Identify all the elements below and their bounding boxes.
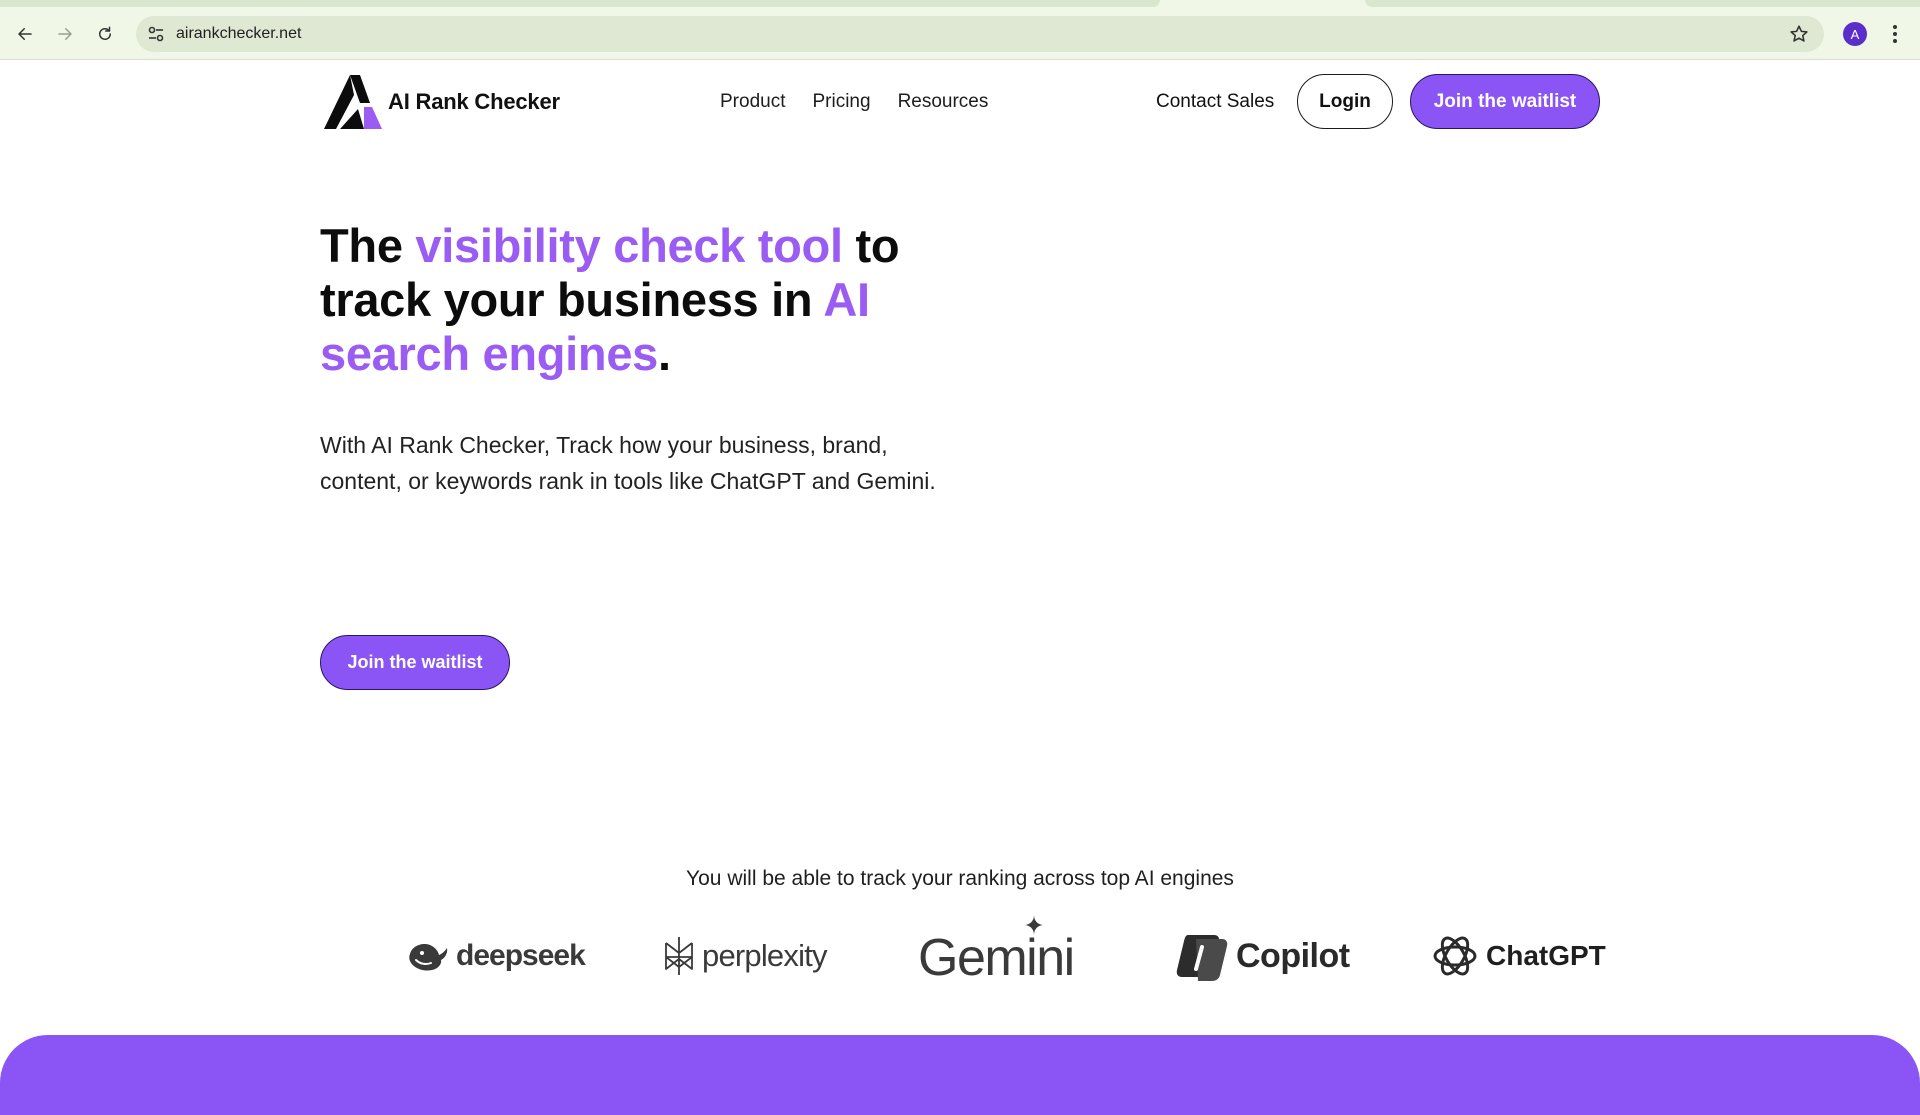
- hero-section: The visibility check tool to track your …: [320, 219, 960, 690]
- logo-icon: [324, 75, 382, 129]
- perplexity-icon: [665, 937, 693, 975]
- hero-title-accent: visibility check tool: [415, 219, 843, 272]
- profile-avatar[interactable]: A: [1843, 22, 1867, 46]
- engine-deepseek: deepseek: [406, 921, 586, 991]
- brand-logo[interactable]: AI Rank Checker: [320, 73, 560, 131]
- nav-item-resources[interactable]: Resources: [898, 91, 989, 113]
- browser-toolbar: airankchecker.net A: [0, 8, 1920, 60]
- forward-icon[interactable]: [52, 21, 78, 47]
- browser-menu-icon[interactable]: [1885, 22, 1905, 46]
- nav-item-product[interactable]: Product: [720, 91, 785, 113]
- web-page: AI Rank Checker Product Pricing Resource…: [0, 61, 1920, 1115]
- engine-name: Copilot: [1236, 936, 1350, 975]
- tab-strip: [0, 0, 1920, 8]
- engine-name: deepseek: [456, 939, 586, 972]
- join-waitlist-hero-button[interactable]: Join the waitlist: [320, 635, 510, 690]
- back-icon[interactable]: [12, 21, 38, 47]
- contact-sales-link[interactable]: Contact Sales: [1156, 91, 1274, 113]
- deepseek-whale-icon: [409, 944, 448, 971]
- engine-gemini: Gemini: [918, 915, 1075, 993]
- address-bar[interactable]: airankchecker.net: [136, 16, 1824, 52]
- engine-perplexity: perplexity: [662, 921, 827, 991]
- engine-copilot: Copilot: [1176, 921, 1350, 991]
- tab-inactive-right[interactable]: [1365, 0, 1920, 7]
- brand-name: AI Rank Checker: [388, 89, 560, 114]
- engine-chatgpt: ChatGPT: [1430, 921, 1606, 991]
- hero-description: With AI Rank Checker, Track how your bus…: [320, 432, 936, 494]
- engine-name: perplexity: [702, 938, 827, 973]
- site-header: AI Rank Checker Product Pricing Resource…: [320, 61, 1600, 141]
- hero-title-period: .: [658, 327, 671, 380]
- reload-icon[interactable]: [92, 21, 118, 47]
- nav-item-pricing[interactable]: Pricing: [812, 91, 870, 113]
- main-nav: Product Pricing Resources: [720, 91, 988, 113]
- hero-title: The visibility check tool to track your …: [320, 219, 960, 381]
- engine-logos: deepseek perplexity Gemini Copilot ChatG…: [400, 915, 1606, 993]
- join-waitlist-header-button[interactable]: Join the waitlist: [1410, 74, 1600, 129]
- copilot-icon: [1176, 935, 1228, 981]
- login-button[interactable]: Login: [1297, 74, 1393, 129]
- tab-inactive-left[interactable]: [0, 0, 1160, 7]
- site-settings-icon[interactable]: [146, 24, 166, 44]
- url-text[interactable]: airankchecker.net: [176, 25, 301, 43]
- engines-caption: You will be able to track your ranking a…: [686, 867, 1234, 890]
- bookmark-star-icon[interactable]: [1788, 23, 1810, 45]
- chatgpt-logo-icon: [1433, 936, 1477, 976]
- engine-name: ChatGPT: [1486, 940, 1606, 971]
- gemini-sparkle-icon: [1024, 915, 1044, 935]
- footer-band: [0, 1035, 1920, 1115]
- hero-title-part: The: [320, 219, 416, 272]
- engine-name: Gemini: [918, 929, 1075, 987]
